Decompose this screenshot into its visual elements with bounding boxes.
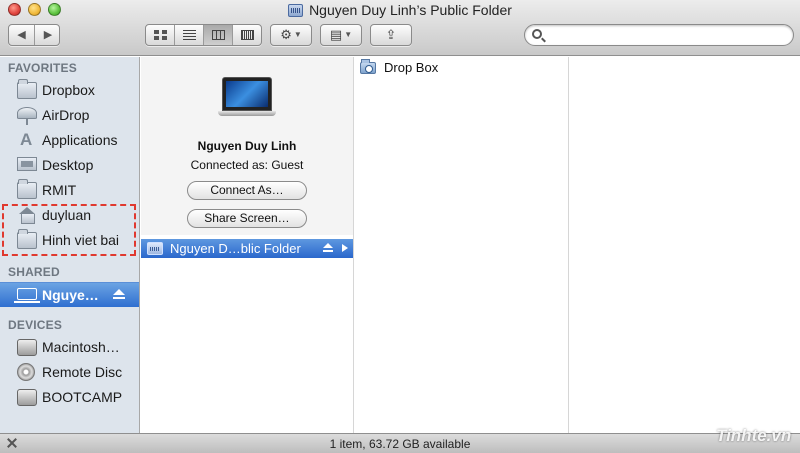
connect-as-button[interactable]: Connect As… [187, 181, 307, 200]
share-button[interactable]: ⇪ [370, 24, 412, 46]
sidebar-item-macintosh[interactable]: Macintosh… [0, 335, 139, 360]
row-label: Drop Box [384, 60, 439, 75]
sidebar-item-remote-disc[interactable]: Remote Disc [0, 360, 139, 385]
sidebar-item-dropbox[interactable]: Dropbox [0, 78, 139, 103]
window-title: Nguyen Duy Linh’s Public Folder [0, 2, 800, 20]
back-forward-control: ◀ ▶ [8, 24, 60, 46]
watermark: Tinhte.vn [716, 426, 792, 445]
folder-icon [17, 179, 37, 199]
sidebar-item-label: Macintosh… [42, 339, 120, 355]
list-view-icon [183, 30, 196, 40]
server-name: Nguyen Duy Linh [197, 139, 297, 153]
chevron-down-icon: ▼ [293, 30, 302, 39]
list-item[interactable]: Drop Box [354, 58, 568, 77]
browser-column-1: Nguyen Duy Linh Connected as: Guest Conn… [141, 57, 354, 433]
sidebar-item-applications[interactable]: Applications [0, 128, 139, 153]
search-field[interactable] [524, 24, 794, 46]
row-label: Nguyen D…blic Folder [170, 241, 301, 256]
sidebar-section-devices: DEVICES [8, 318, 63, 332]
arrange-icon: ▤ [329, 27, 343, 42]
folder-icon [17, 79, 37, 99]
finder-window: Nguyen Duy Linh’s Public Folder ◀ ▶ ⚙ ▼ ▤… [0, 0, 800, 453]
sidebar-item-label: AirDrop [42, 107, 90, 123]
icon-view-icon [154, 30, 167, 40]
sidebar-item-desktop[interactable]: Desktop [0, 153, 139, 178]
browser-column-2: Drop Box [354, 57, 569, 433]
sidebar-item-bootcamp[interactable]: BOOTCAMP [0, 385, 139, 410]
airdrop-icon [17, 107, 37, 125]
forward-arrow-icon: ▶ [43, 29, 53, 41]
arrange-menu-button[interactable]: ▤ ▼ [320, 24, 362, 46]
gear-icon: ⚙ [280, 27, 292, 42]
icon-view-button[interactable] [146, 25, 175, 45]
sidebar-item-label: Desktop [42, 157, 94, 173]
action-menu-button[interactable]: ⚙ ▼ [270, 24, 312, 46]
back-button[interactable]: ◀ [9, 25, 35, 45]
drop-box-folder-icon [360, 59, 376, 74]
browser-column-3 [569, 57, 800, 433]
shared-server-icon [288, 4, 304, 17]
sidebar-item-label: Nguye… [42, 287, 99, 303]
laptop-icon [14, 288, 40, 303]
search-icon [532, 29, 542, 39]
server-info-panel: Nguyen Duy Linh Connected as: Guest Conn… [141, 57, 353, 235]
disclosure-arrow-icon [342, 244, 348, 252]
public-folder-row[interactable]: Nguyen D…blic Folder [141, 239, 353, 258]
sidebar-item-label: BOOTCAMP [42, 389, 123, 405]
back-arrow-icon: ◀ [17, 29, 26, 41]
connection-status: Connected as: Guest [190, 158, 304, 172]
desktop-icon [17, 157, 37, 171]
share-screen-button[interactable]: Share Screen… [187, 209, 307, 228]
eject-icon[interactable] [322, 242, 334, 254]
sidebar-item-rmit[interactable]: RMIT [0, 178, 139, 203]
status-bar: 1 item, 63.72 GB available [0, 433, 800, 453]
sidebar-section-shared: SHARED [8, 265, 60, 279]
window-title-text: Nguyen Duy Linh’s Public Folder [309, 2, 512, 18]
sidebar-item-airdrop[interactable]: AirDrop [0, 103, 139, 128]
sidebar-item-label: RMIT [42, 182, 77, 198]
chevron-down-icon: ▼ [344, 30, 353, 39]
cover-flow-icon [241, 30, 254, 40]
sidebar-item-label: Applications [42, 132, 118, 148]
view-mode-control [145, 24, 262, 46]
annotation-highlight-box [2, 204, 136, 256]
column-view-button[interactable] [204, 25, 233, 45]
sidebar-item-label: Remote Disc [42, 364, 123, 380]
list-view-button[interactable] [175, 25, 204, 45]
shared-folder-icon [147, 242, 163, 255]
hard-disk-icon [17, 389, 37, 406]
sidebar-item-label: Dropbox [42, 82, 95, 98]
share-icon: ⇪ [385, 27, 397, 42]
forward-button[interactable]: ▶ [35, 25, 61, 45]
sidebar-item-shared-server[interactable]: Nguye… [0, 282, 139, 307]
column-view-icon [212, 30, 225, 40]
applications-icon [17, 130, 37, 150]
title-toolbar: Nguyen Duy Linh’s Public Folder ◀ ▶ ⚙ ▼ ▤… [0, 0, 800, 56]
disc-icon [17, 363, 35, 381]
search-input[interactable] [547, 27, 787, 43]
hard-disk-icon [17, 339, 37, 356]
eject-icon[interactable] [112, 288, 126, 302]
cover-flow-view-button[interactable] [233, 25, 262, 45]
computer-icon [218, 77, 276, 121]
status-text: 1 item, 63.72 GB available [329, 437, 471, 451]
sidebar-section-favorites: FAVORITES [8, 61, 77, 75]
